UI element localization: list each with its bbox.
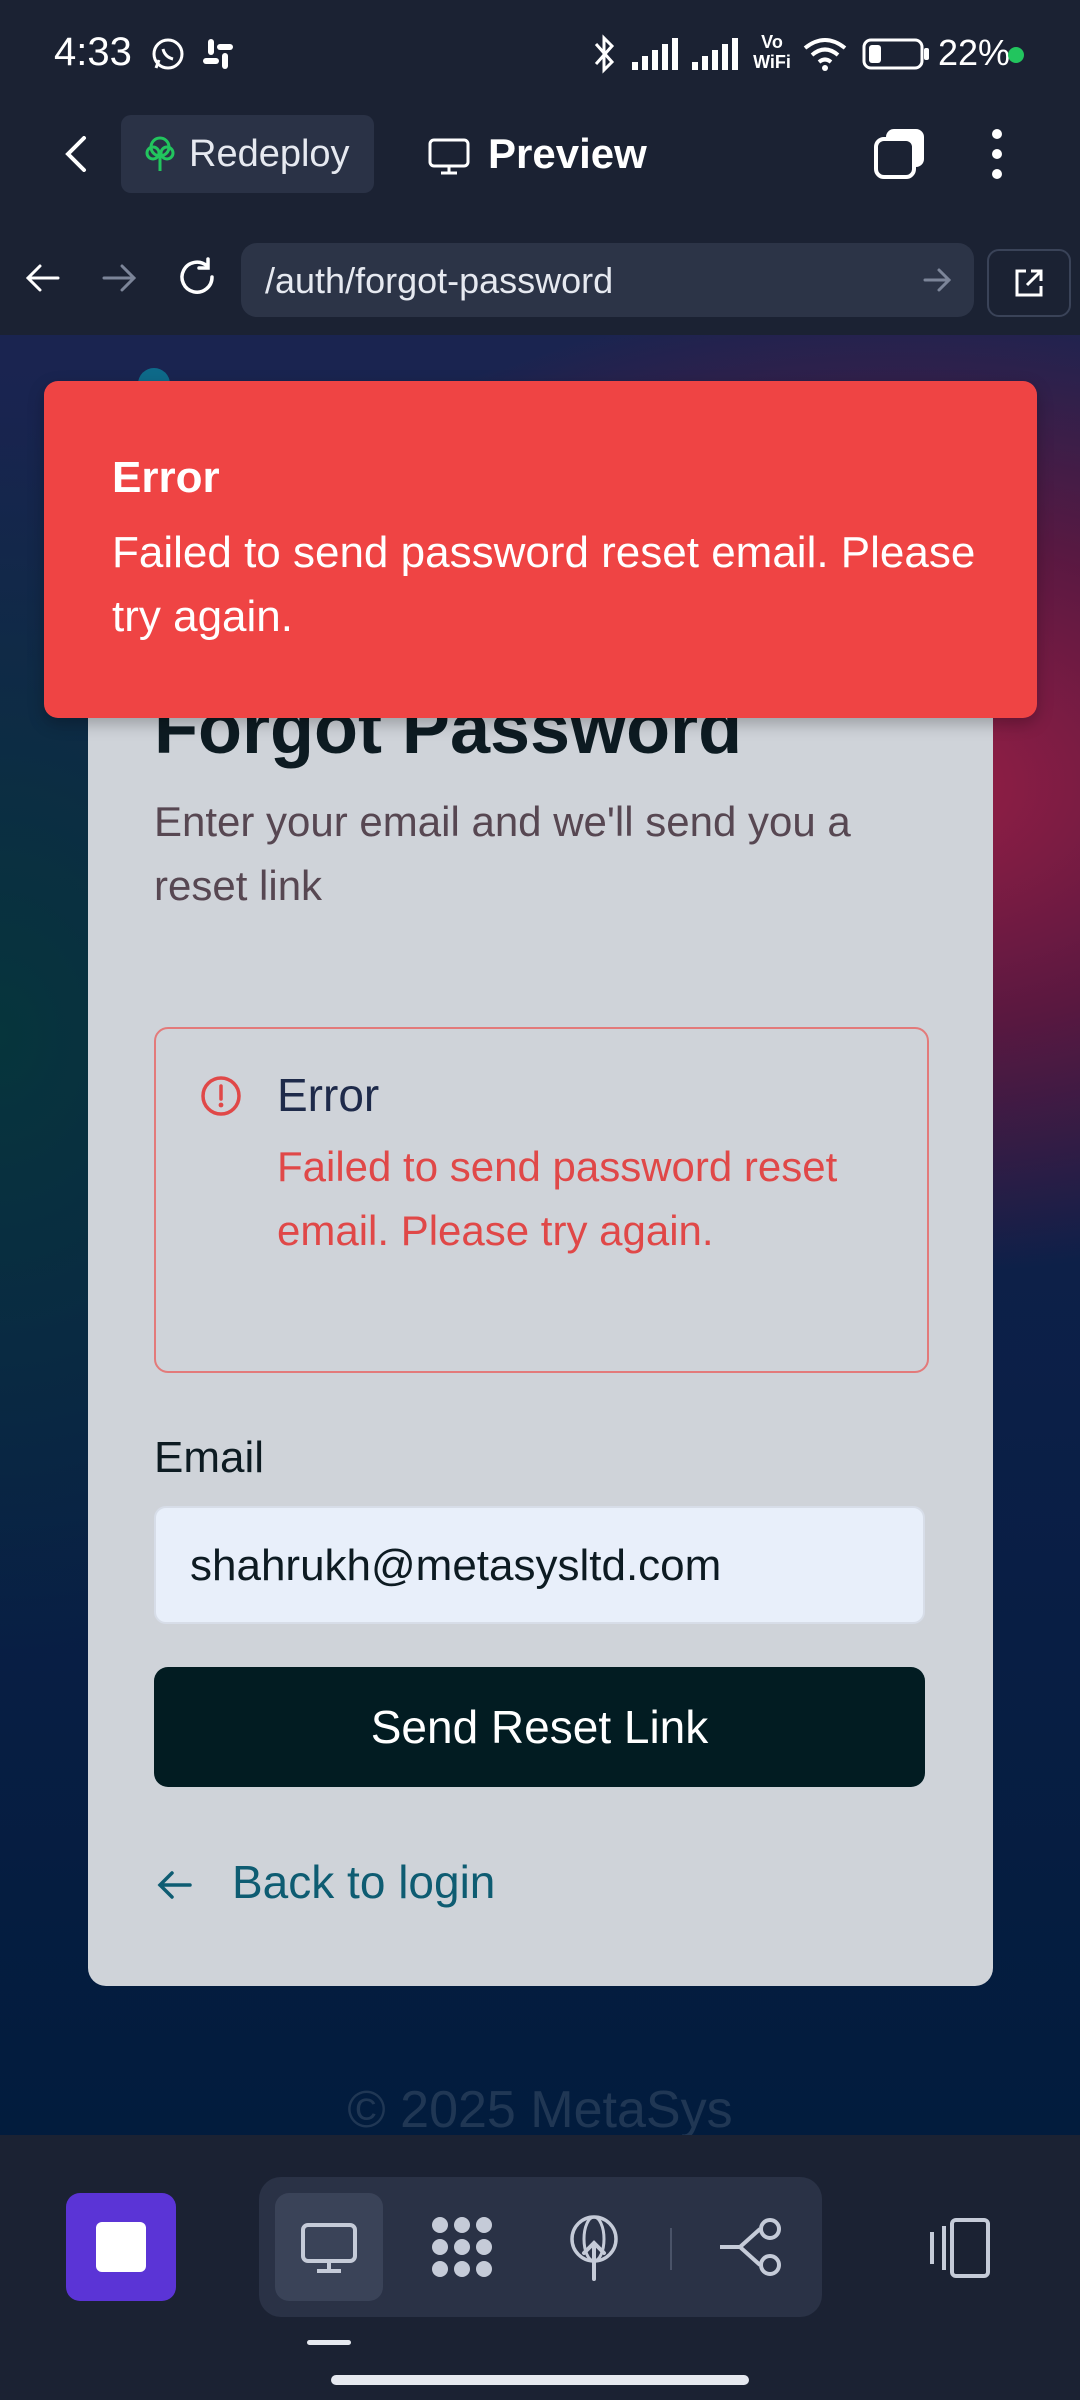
reload-icon[interactable] bbox=[176, 256, 218, 298]
back-to-login-label: Back to login bbox=[232, 1856, 496, 1908]
alert-title: Error bbox=[277, 1069, 380, 1121]
error-toast[interactable]: Error Failed to send password reset emai… bbox=[44, 381, 1037, 718]
status-dot bbox=[1008, 47, 1024, 63]
arrow-left-icon[interactable] bbox=[24, 260, 62, 296]
go-arrow-icon[interactable] bbox=[923, 267, 953, 293]
email-field[interactable] bbox=[154, 1506, 925, 1624]
vowifi-icon: Vo WiFi bbox=[753, 32, 791, 72]
branch-icon bbox=[720, 2218, 781, 2276]
slack-icon bbox=[203, 39, 233, 69]
device-frame-icon[interactable] bbox=[922, 2218, 992, 2278]
dock-divider bbox=[670, 2228, 672, 2270]
back-to-login-link[interactable]: Back to login bbox=[154, 1855, 554, 1915]
chevron-left-icon[interactable] bbox=[58, 136, 94, 172]
desktop-view-button[interactable] bbox=[275, 2193, 383, 2301]
alert-message: Failed to send password reset email. Ple… bbox=[277, 1143, 838, 1254]
whatsapp-icon bbox=[152, 38, 184, 70]
tab-indicator bbox=[307, 2340, 351, 2345]
bluetooth-icon bbox=[594, 34, 615, 74]
home-indicator[interactable] bbox=[331, 2375, 749, 2385]
external-link-icon bbox=[1015, 269, 1043, 297]
url-text: /auth/forgot-password bbox=[265, 260, 614, 301]
apps-grid-button[interactable] bbox=[408, 2193, 516, 2301]
deploy-icon bbox=[570, 2215, 618, 2281]
open-external-button[interactable] bbox=[987, 249, 1071, 317]
battery-percent: 22% bbox=[938, 32, 1011, 73]
signal-icon bbox=[692, 38, 738, 70]
desktop-icon bbox=[301, 2223, 357, 2273]
toast-title: Error bbox=[112, 453, 220, 502]
alert-circle-icon bbox=[201, 1076, 241, 1116]
footer-copyright: © 2025 MetaSys bbox=[347, 2081, 733, 2139]
preview-tab[interactable]: Preview bbox=[428, 130, 658, 180]
redeploy-label: Redeploy bbox=[189, 133, 350, 175]
signal-icon bbox=[632, 38, 678, 70]
battery-icon bbox=[862, 38, 929, 70]
status-bar: 4:33 Vo WiFi 22% bbox=[0, 0, 1080, 100]
stop-icon bbox=[96, 2222, 146, 2272]
stop-button[interactable] bbox=[66, 2193, 176, 2301]
tree-icon bbox=[145, 136, 175, 171]
toast-message: Failed to send password reset email. Ple… bbox=[112, 528, 976, 641]
branch-button[interactable] bbox=[698, 2193, 806, 2301]
send-reset-link-button[interactable]: Send Reset Link bbox=[154, 1667, 925, 1787]
tabs-icon[interactable] bbox=[872, 126, 928, 182]
page-subtitle: Enter your email and we'll send you a re… bbox=[154, 798, 851, 909]
deploy-button[interactable] bbox=[540, 2193, 648, 2301]
monitor-icon bbox=[428, 138, 470, 175]
email-label: Email bbox=[154, 1433, 265, 1482]
apps-grid-icon bbox=[432, 2217, 492, 2277]
preview-label: Preview bbox=[488, 130, 647, 177]
send-reset-link-label: Send Reset Link bbox=[370, 1701, 709, 1753]
url-field[interactable]: /auth/forgot-password bbox=[241, 243, 974, 317]
wifi-icon bbox=[803, 38, 847, 71]
redeploy-button[interactable]: Redeploy bbox=[121, 115, 374, 193]
status-time: 4:33 bbox=[54, 30, 132, 74]
more-vert-icon[interactable] bbox=[982, 126, 1012, 182]
email-input[interactable] bbox=[190, 1538, 890, 1594]
arrow-left-icon bbox=[157, 1871, 192, 1899]
arrow-right-icon[interactable] bbox=[100, 260, 138, 296]
